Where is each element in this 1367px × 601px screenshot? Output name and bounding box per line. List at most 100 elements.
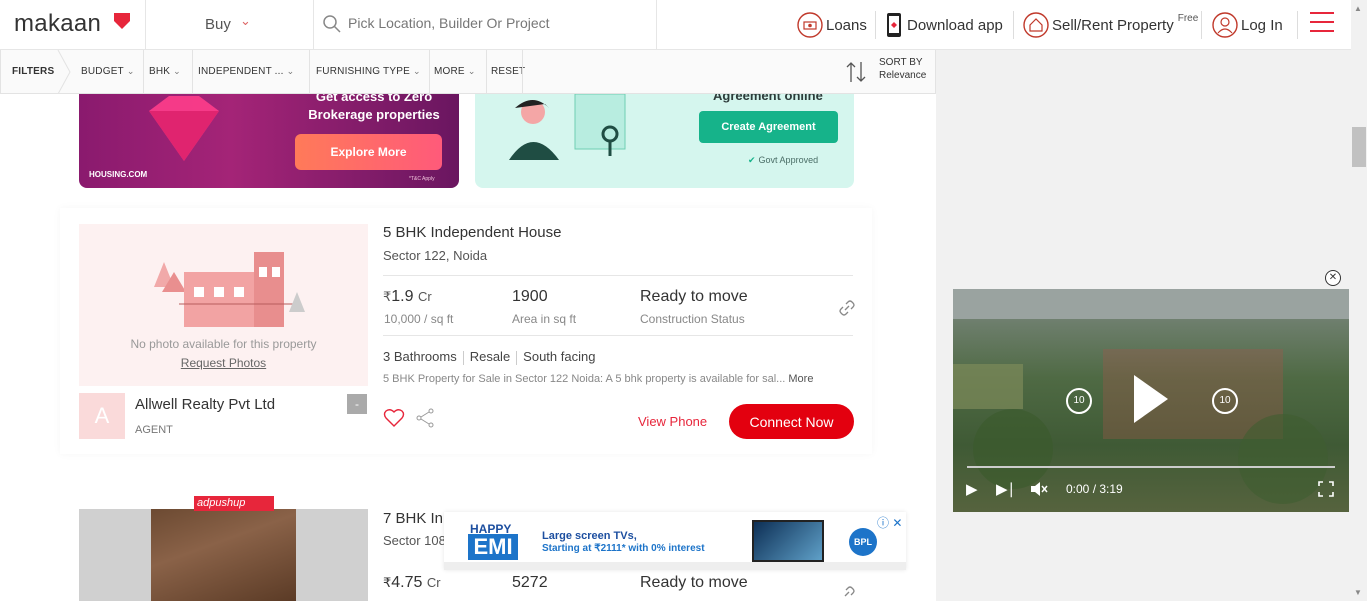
filter-budget[interactable]: BUDGET ⌄: [81, 66, 135, 77]
emi-ad-banner[interactable]: HAPPY EMI Large screen TVs, Starting at …: [444, 512, 906, 570]
close-icon[interactable]: ✕: [1325, 270, 1341, 286]
filter-furnishing[interactable]: FURNISHING TYPE ⌄: [316, 66, 421, 77]
scroll-down-icon[interactable]: ▼: [1354, 588, 1362, 597]
banner-heading: Agreement online: [713, 94, 823, 103]
chevron-down-icon[interactable]: ⌄: [240, 13, 251, 29]
search-input[interactable]: [348, 15, 648, 31]
listing-price: ₹4.75 Cr: [383, 574, 441, 591]
no-photo-text: No photo available for this property: [130, 337, 317, 351]
ad-info-close-icon[interactable]: ⓘ ✕: [877, 514, 902, 531]
agent-avatar[interactable]: A: [79, 393, 125, 439]
download-app-label: Download app: [907, 16, 1003, 34]
request-photos-link[interactable]: Request Photos: [79, 356, 368, 370]
more-link[interactable]: More: [788, 373, 813, 385]
listing-description: 5 BHK Property for Sale in Sector 122 No…: [383, 373, 814, 385]
chevron-right-icon: [57, 50, 71, 94]
tv-image: [752, 520, 824, 562]
person-key-illustration-icon: [509, 94, 626, 160]
filter-bhk[interactable]: BHK ⌄: [149, 66, 181, 77]
ad-headline: Large screen TVs,: [542, 530, 637, 542]
filter-reset[interactable]: RESET: [491, 66, 525, 77]
forward-10-icon[interactable]: 10: [1212, 388, 1238, 414]
search-icon: [323, 15, 341, 33]
construction-status-label: Construction Status: [640, 312, 745, 326]
link-icon[interactable]: [839, 300, 855, 316]
rewind-10-icon[interactable]: 10: [1066, 388, 1092, 414]
hamburger-menu-icon[interactable]: [1310, 12, 1334, 34]
makaan-logo[interactable]: makaan: [14, 10, 101, 38]
scrollbar-thumb[interactable]: [1352, 127, 1366, 167]
ad-footer-strip: [444, 562, 906, 570]
feature-tag: South facing: [523, 349, 596, 364]
chevron-down-icon: ⌄: [173, 66, 181, 76]
explore-more-button[interactable]: Explore More: [295, 134, 442, 170]
filter-divider: [143, 50, 144, 94]
login-link[interactable]: Log In: [1212, 10, 1283, 40]
heart-icon[interactable]: [383, 408, 405, 428]
view-phone-link[interactable]: View Phone: [638, 414, 707, 429]
tc-note: *T&C Apply: [409, 176, 435, 182]
banner-heading: Get access to Zero: [315, 94, 433, 104]
chevron-down-icon: ⌄: [126, 66, 135, 76]
sell-rent-link[interactable]: Sell/Rent Property Free: [1023, 10, 1198, 40]
play-icon[interactable]: [1134, 375, 1168, 423]
download-app-link[interactable]: Download app: [884, 10, 1003, 40]
loans-link[interactable]: Loans: [797, 10, 867, 40]
rent-agreement-banner[interactable]: Agreement online Create Agreement ✔ Govt …: [475, 94, 854, 188]
construction-status: Ready to move: [640, 574, 748, 591]
buy-dropdown[interactable]: Buy: [205, 16, 231, 33]
next-icon[interactable]: ▶∣: [996, 480, 1015, 498]
chevron-down-icon: ⌄: [412, 66, 421, 76]
sort-by-label: SORT BY: [879, 57, 923, 68]
link-icon[interactable]: [839, 586, 855, 601]
loans-label: Loans: [826, 16, 867, 34]
agent-rating-badge: -: [347, 394, 367, 414]
listing-area: 5272: [512, 574, 548, 591]
create-agreement-button[interactable]: Create Agreement: [699, 111, 838, 143]
filters-label[interactable]: FILTERS: [12, 66, 54, 77]
ad-subline: Starting at ₹2111* with 0% interest: [542, 543, 705, 554]
housing-logo: HOUSING.COM: [89, 170, 148, 179]
phone-icon: [887, 13, 901, 37]
govt-approved-badge: ✔ Govt Approved: [748, 155, 819, 165]
mute-icon[interactable]: [1030, 481, 1048, 497]
header-divider: [313, 0, 314, 50]
video-time: 0:00 / 3:19: [1066, 482, 1123, 496]
sort-by-control[interactable]: SORT BY Relevance: [879, 56, 926, 82]
sort-icon[interactable]: [845, 60, 867, 84]
filter-more[interactable]: MORE ⌄: [434, 66, 476, 77]
nav-divider: [875, 11, 876, 39]
feature-tag: Resale: [469, 349, 511, 364]
listing-location[interactable]: Sector 122, Noida: [383, 248, 487, 263]
fullscreen-icon[interactable]: [1318, 481, 1334, 497]
scrollbar[interactable]: [1351, 0, 1367, 601]
video-progress-bar[interactable]: [967, 466, 1335, 468]
agent-role: AGENT: [135, 424, 173, 436]
nav-divider: [1297, 11, 1298, 39]
price-per-sqft: 10,000 / sq ft: [384, 312, 454, 326]
feature-tag: 3 Bathrooms: [383, 349, 457, 364]
header-divider: [656, 0, 657, 50]
chevron-down-icon: ⌄: [467, 66, 476, 76]
connect-now-button[interactable]: Connect Now: [729, 404, 854, 439]
listing-title[interactable]: 7 BHK In: [383, 510, 443, 527]
listing-price: ₹1.9 Cr: [383, 288, 432, 305]
share-icon[interactable]: [414, 407, 436, 429]
nav-divider: [1201, 11, 1202, 39]
top-header: makaan Buy ⌄ Loans Download app: [0, 0, 1351, 50]
loans-icon: [797, 12, 823, 38]
property-photo: [151, 509, 296, 601]
listing-location[interactable]: Sector 108: [383, 533, 446, 548]
play-small-icon[interactable]: ▶: [966, 480, 978, 498]
filter-property-type[interactable]: INDEPENDENT ... ⌄: [198, 66, 294, 77]
filter-divider: [309, 50, 310, 94]
property-image[interactable]: [79, 509, 368, 601]
nav-divider: [1013, 11, 1014, 39]
logo-heart-icon: [114, 13, 130, 29]
agent-name[interactable]: Allwell Realty Pvt Ltd: [135, 396, 275, 413]
listing-title[interactable]: 5 BHK Independent House: [383, 224, 561, 241]
housing-zero-brokerage-banner[interactable]: Get access to Zero Brokerage properties …: [79, 94, 459, 188]
divider: [383, 335, 853, 336]
banner-heading: Brokerage properties: [308, 107, 440, 122]
scroll-up-icon[interactable]: ▲: [1354, 4, 1362, 13]
